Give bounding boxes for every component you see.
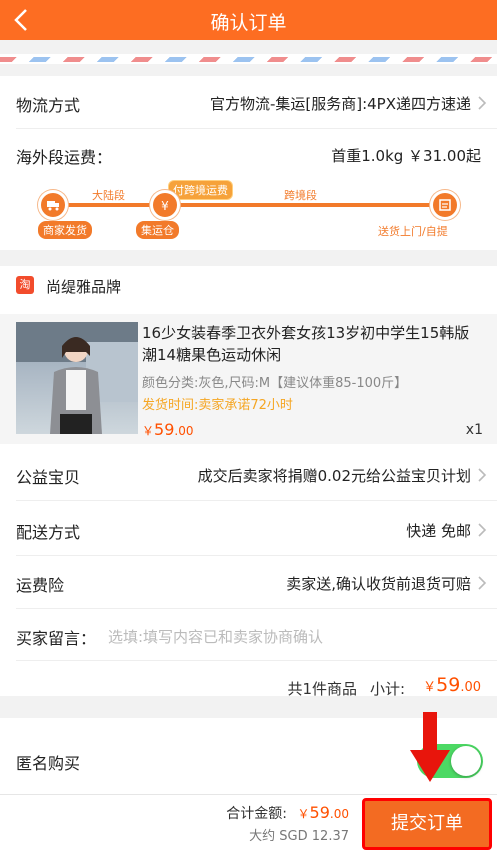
logistics-value: 官方物流-集运[服务商]:4PX递四方速递	[209, 95, 471, 113]
taobao-shop-icon: 淘	[16, 276, 34, 294]
product-title: 16少女装春季卫衣外套女孩13岁初中学生15韩版潮14糖果色运动休闲	[142, 324, 470, 364]
route-stop-tag: 商家发货	[38, 221, 92, 239]
top-bar: 确认订单	[0, 0, 497, 40]
charity-row[interactable]: 公益宝贝 成交后卖家将捐赠0.02元给公益宝贝计划	[0, 448, 497, 500]
total-label: 合计金额:	[226, 806, 287, 822]
insurance-row[interactable]: 运费险 卖家送,确认收货前退货可赔	[0, 556, 497, 608]
product-quantity: x1	[465, 422, 483, 438]
subtotal-label: 小计:	[369, 680, 405, 698]
page-title: 确认订单	[210, 12, 287, 34]
message-label: 买家留言：	[16, 629, 97, 648]
chevron-right-icon	[478, 96, 487, 110]
product-image[interactable]	[16, 322, 138, 434]
shop-name[interactable]: 尚缇雅品牌	[46, 276, 121, 297]
logistics-row[interactable]: 物流方式 官方物流-集运[服务商]:4PX递四方速递	[0, 76, 497, 128]
chevron-right-icon	[478, 468, 487, 482]
submit-order-button[interactable]: 提交订单	[362, 798, 492, 850]
shipping-route: 大陆段 跨境段 付跨境运费 ¥ 商家发货 集运仓 送货上门/自提	[0, 180, 497, 242]
overseas-fee-label: 海外段运费：	[16, 148, 113, 167]
overseas-fee-value: 首重1.0kg ￥31.00起	[331, 147, 481, 165]
route-stop-label: 送货上门/自提	[378, 225, 448, 238]
product-ship-time: 发货时间:卖家承诺72小时	[142, 398, 293, 413]
subtotal-row: 共1件商品 小计: ￥59.00	[0, 662, 497, 702]
svg-text:¥: ¥	[161, 199, 169, 212]
checkout-bar: 合计金额: ￥59.00 大约 SGD 12.37 提交订单	[0, 794, 497, 850]
route-stop-tag: 集运仓	[136, 221, 179, 239]
delivery-value: 快递 免邮	[406, 522, 471, 540]
anonymous-label: 匿名购买	[16, 754, 81, 773]
total-approx-sgd: 大约 SGD 12.37	[249, 829, 349, 844]
product-spec: 颜色分类:灰色,尺码:M【建议体重85-100斤】	[142, 376, 408, 391]
divider	[16, 660, 497, 661]
product-price: ￥59.00	[142, 420, 194, 439]
insurance-label: 运费险	[16, 576, 65, 595]
route-segment-label: 大陆段	[92, 189, 125, 202]
insurance-value: 卖家送,确认收货前退货可赔	[286, 575, 471, 593]
truck-icon	[38, 190, 68, 220]
message-input[interactable]: 选填:填写内容已和卖家协商确认	[108, 626, 323, 647]
route-segment-label: 跨境段	[284, 189, 317, 202]
divider	[16, 500, 497, 501]
charity-label: 公益宝贝	[16, 468, 81, 487]
total-amount: ￥59.00	[297, 803, 349, 822]
logistics-label: 物流方式	[16, 96, 81, 115]
route-line	[56, 203, 436, 207]
divider	[16, 128, 497, 129]
divider	[16, 608, 497, 609]
subtotal-amount: ￥59.00	[423, 674, 481, 696]
envelope-stripe	[0, 54, 497, 64]
arrow-down-icon	[410, 712, 450, 782]
warehouse-icon: ¥	[150, 190, 180, 220]
chevron-right-icon	[478, 523, 487, 537]
product-item[interactable]: 16少女装春季卫衣外套女孩13岁初中学生15韩版潮14糖果色运动休闲 颜色分类:…	[0, 314, 497, 444]
delivery-icon	[430, 190, 460, 220]
chevron-right-icon	[478, 576, 487, 590]
delivery-label: 配送方式	[16, 523, 81, 542]
charity-value: 成交后卖家将捐赠0.02元给公益宝贝计划	[197, 467, 471, 485]
item-count: 共1件商品	[287, 680, 357, 698]
delivery-row[interactable]: 配送方式 快递 免邮	[0, 503, 497, 555]
message-row: 买家留言： 选填:填写内容已和卖家协商确认	[0, 610, 497, 660]
